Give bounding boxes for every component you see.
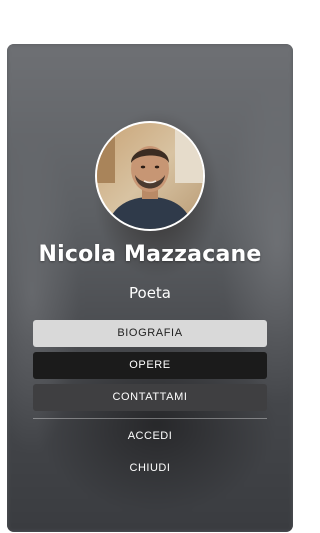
opere-button[interactable]: OPERE <box>33 352 267 379</box>
chiudi-link[interactable]: CHIUDI <box>33 457 267 479</box>
page: Nicola Mazzacane Poeta BIOGRAFIA OPERE C… <box>0 0 300 533</box>
avatar-photo <box>97 123 203 229</box>
accedi-link[interactable]: ACCEDI <box>33 425 267 447</box>
avatar <box>95 121 205 231</box>
profile-role: Poeta <box>129 284 171 302</box>
divider <box>33 418 267 419</box>
contattami-button[interactable]: CONTATTAMI <box>33 384 267 411</box>
portrait-image <box>97 123 203 229</box>
profile-name: Nicola Mazzacane <box>38 242 262 267</box>
biografia-button[interactable]: BIOGRAFIA <box>33 320 267 347</box>
profile-card: Nicola Mazzacane Poeta BIOGRAFIA OPERE C… <box>7 44 293 532</box>
